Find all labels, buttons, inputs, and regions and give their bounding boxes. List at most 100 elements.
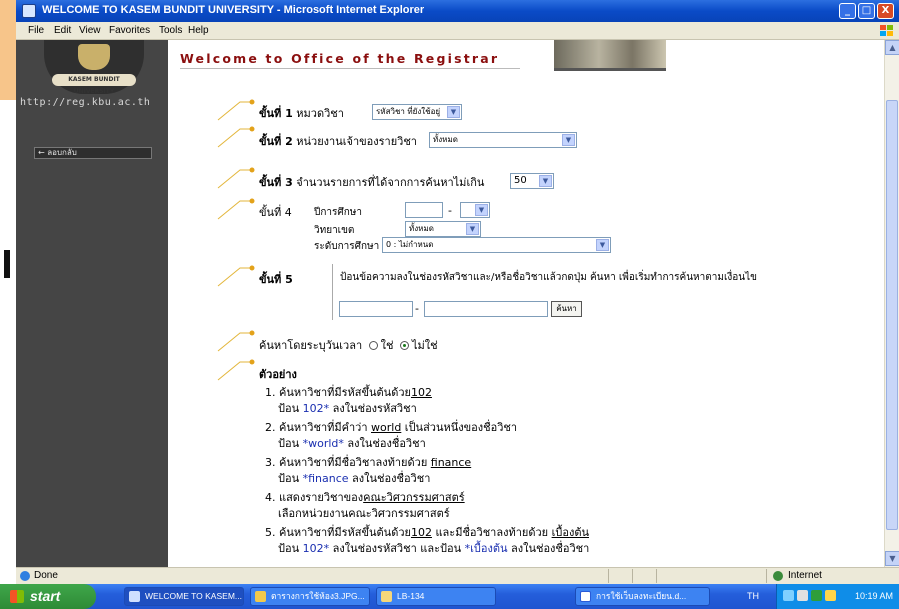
minimize-button[interactable]: _ xyxy=(839,3,856,19)
chevron-down-icon[interactable]: ▼ xyxy=(562,134,575,146)
year-dash: - xyxy=(448,204,452,217)
campus-label: วิทยาเขต xyxy=(314,225,355,236)
department-select[interactable]: ทั้งหมด ▼ xyxy=(429,132,577,148)
menu-tools[interactable]: Tools xyxy=(159,25,182,36)
task-browser[interactable]: WELCOME TO KASEM... xyxy=(124,587,244,606)
step3-label: ขั้นที่ 3 xyxy=(259,176,293,189)
menu-bar: File Edit View Favorites Tools Help xyxy=(16,22,899,40)
close-button[interactable]: X xyxy=(877,3,894,19)
example-4-line2: เลือกหน่วยงานคณะวิศวกรรมศาสตร์ xyxy=(278,507,450,520)
step3-row: ขั้นที่ 3 จำนวนรายการที่ได้จากการค้นหาไม… xyxy=(259,173,484,191)
ie-icon xyxy=(22,4,36,18)
campus-value: ทั้งหมด xyxy=(409,224,434,233)
window-title: WELCOME TO KASEM BUNDIT UNIVERSITY - Mic… xyxy=(42,4,425,16)
example-5-line2: ป้อน 102* ลงในช่องรหัสวิชา และป้อน *เบื้… xyxy=(278,542,590,555)
course-category-select[interactable]: รหัสวิชา ที่ยังใช้อยู่ ▼ xyxy=(372,104,462,120)
step2-connector xyxy=(217,126,255,148)
menu-view[interactable]: View xyxy=(79,25,101,36)
step4-connector xyxy=(217,198,255,220)
academic-year-label: ปีการศึกษา xyxy=(314,207,362,218)
page-title: Welcome to Office of the Registrar xyxy=(180,51,500,66)
example-1-line2: ป้อน 102* ลงในช่องรหัสวิชา xyxy=(278,402,417,415)
examples-title: ตัวอย่าง xyxy=(259,368,297,381)
time-search-no-label: ไม่ใช่ xyxy=(412,339,438,352)
search-button[interactable]: ค้นหา xyxy=(551,301,582,317)
time-search-yes-label: ใช่ xyxy=(380,339,394,352)
course-code-input[interactable] xyxy=(339,301,413,317)
time-search-label: ค้นหาโดยระบุวันเวลา xyxy=(259,339,363,352)
header-photo-strip xyxy=(554,68,666,71)
image-icon xyxy=(255,591,266,602)
maximize-button[interactable]: □ xyxy=(858,3,875,19)
menu-edit[interactable]: Edit xyxy=(54,25,71,36)
task-image[interactable]: ตารางการใช้ห้อง3.JPG... xyxy=(250,587,370,606)
examples-connector xyxy=(217,359,255,381)
windows-flag-icon xyxy=(880,25,893,36)
semester-select[interactable]: ▼ xyxy=(460,202,490,218)
step2-text: หน่วยงานเจ้าของรายวิชา xyxy=(296,135,417,148)
task-folder[interactable]: LB-134 xyxy=(376,587,496,606)
windows-logo-icon xyxy=(10,590,24,603)
step1-text: หมวดวิชา xyxy=(296,107,344,120)
time-search-connector xyxy=(217,330,255,352)
result-limit-select[interactable]: 50 ▼ xyxy=(510,173,554,189)
education-level-value: 0 : ไม่กำหนด xyxy=(386,240,434,249)
title-bar[interactable]: WELCOME TO KASEM BUNDIT UNIVERSITY - Mic… xyxy=(16,0,899,22)
start-button[interactable]: start xyxy=(0,584,96,609)
status-separator xyxy=(656,569,657,583)
example-3-line2: ป้อน *finance ลงในช่องชื่อวิชา xyxy=(278,472,431,485)
search-dash: - xyxy=(415,302,419,315)
status-separator xyxy=(766,569,767,583)
tray-icon[interactable] xyxy=(825,590,836,601)
logo-ribbon: KASEM BUNDIT UNIVERSITY xyxy=(52,74,136,95)
education-level-select[interactable]: 0 : ไม่กำหนด ▼ xyxy=(382,237,611,253)
step3-connector xyxy=(217,167,255,189)
step1-connector xyxy=(217,99,255,121)
internet-zone-icon xyxy=(773,571,783,581)
result-limit-value: 50 xyxy=(514,175,527,186)
scroll-down-icon[interactable]: ▼ xyxy=(885,551,899,566)
step2-label: ขั้นที่ 2 xyxy=(259,135,293,148)
chevron-down-icon[interactable]: ▼ xyxy=(539,175,552,187)
word-icon xyxy=(580,591,591,602)
step5-divider xyxy=(332,264,333,320)
step5-connector xyxy=(217,265,255,287)
task-browser-label: WELCOME TO KASEM... xyxy=(145,591,242,601)
step1-row: ขั้นที่ 1 หมวดวิชา xyxy=(259,104,344,122)
scroll-thumb[interactable] xyxy=(886,100,898,530)
chevron-down-icon[interactable]: ▼ xyxy=(596,239,609,251)
page-content: KASEM BUNDIT UNIVERSITY http://reg.kbu.a… xyxy=(16,40,884,567)
security-zone: Internet xyxy=(788,570,822,581)
chevron-down-icon[interactable]: ▼ xyxy=(475,204,488,216)
course-name-input[interactable] xyxy=(424,301,548,317)
step1-label: ขั้นที่ 1 xyxy=(259,107,293,120)
screen: WELCOME TO KASEM BUNDIT UNIVERSITY - Mic… xyxy=(0,0,899,609)
academic-year-input[interactable] xyxy=(405,202,443,218)
menu-favorites[interactable]: Favorites xyxy=(109,25,150,36)
time-search-row: ค้นหาโดยระบุวันเวลา ใช่ ไม่ใช่ xyxy=(259,336,438,354)
time-search-no-radio[interactable] xyxy=(400,340,409,350)
vertical-scrollbar[interactable]: ▲ ▼ xyxy=(884,40,899,567)
chevron-down-icon[interactable]: ▼ xyxy=(447,106,460,118)
campus-select[interactable]: ทั้งหมด ▼ xyxy=(405,221,481,237)
step2-row: ขั้นที่ 2 หน่วยงานเจ้าของรายวิชา xyxy=(259,132,417,150)
language-indicator[interactable]: TH xyxy=(747,591,759,601)
header-photo xyxy=(554,40,666,68)
menu-file[interactable]: File xyxy=(28,25,44,36)
step5-instruction: ป้อนข้อความลงในช่องรหัสวิชาและ/หรือชื่อว… xyxy=(340,272,757,283)
tray-icon[interactable] xyxy=(811,590,822,601)
menu-help[interactable]: Help xyxy=(188,25,209,36)
chevron-down-icon[interactable]: ▼ xyxy=(466,223,479,235)
step4-label: ขั้นที่ 4 xyxy=(259,206,292,219)
task-document[interactable]: การใช้เว็บลงทะเบียน.d... xyxy=(575,587,710,606)
desktop-dark-bar xyxy=(4,250,10,278)
back-button[interactable]: ← ลอบกลับ xyxy=(34,147,152,159)
step3-text: จำนวนรายการที่ได้จากการค้นหาไม่เกิน xyxy=(296,176,485,189)
time-search-yes-radio[interactable] xyxy=(368,340,378,350)
site-sidebar: KASEM BUNDIT UNIVERSITY http://reg.kbu.a… xyxy=(16,40,168,567)
tray-icon[interactable] xyxy=(797,590,808,601)
crest-icon xyxy=(78,44,110,70)
department-value: ทั้งหมด xyxy=(433,135,458,144)
scroll-up-icon[interactable]: ▲ xyxy=(885,40,899,55)
tray-icon[interactable] xyxy=(783,590,794,601)
